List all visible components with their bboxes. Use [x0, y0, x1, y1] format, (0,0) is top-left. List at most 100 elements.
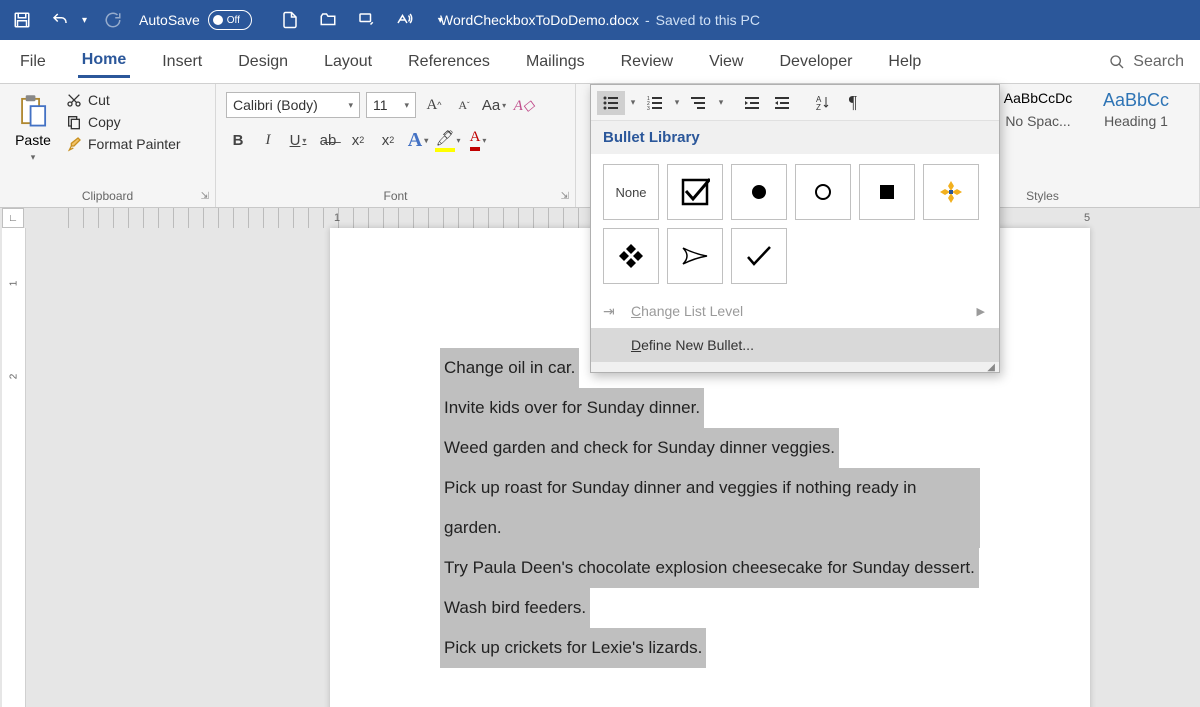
numbering-dropdown-icon[interactable]: ▾	[671, 91, 683, 115]
format-painter-label: Format Painter	[88, 136, 181, 152]
save-icon[interactable]	[10, 8, 34, 32]
autosave-label: AutoSave	[139, 12, 200, 28]
font-color-button[interactable]: A	[466, 128, 490, 152]
open-icon[interactable]	[316, 8, 340, 32]
font-size-combo[interactable]: 11▾	[366, 92, 416, 118]
shrink-font-button[interactable]: Aˇ	[452, 93, 476, 117]
redo-button[interactable]	[101, 8, 125, 32]
font-name-combo[interactable]: Calibri (Body)▾	[226, 92, 360, 118]
doc-dash: -	[645, 12, 650, 28]
tab-view[interactable]: View	[705, 47, 747, 77]
doc-filename: WordCheckboxToDoDemo.docx	[440, 12, 639, 28]
tab-home[interactable]: Home	[78, 45, 130, 78]
doc-line-4[interactable]: Pick up roast for Sunday dinner and vegg…	[440, 468, 980, 548]
quick-access-toolbar: ▾	[0, 8, 125, 32]
format-painter-button[interactable]: Format Painter	[66, 136, 181, 152]
vertical-ruler[interactable]: 1 2	[2, 228, 26, 707]
bullet-disc-icon[interactable]	[731, 164, 787, 220]
copy-button[interactable]: Copy	[66, 114, 181, 130]
tab-review[interactable]: Review	[617, 47, 677, 77]
search-label: Search	[1133, 53, 1184, 71]
paste-label: Paste	[15, 132, 51, 148]
bullet-checkbox-icon[interactable]	[667, 164, 723, 220]
change-level-label: Change List Level	[631, 303, 743, 319]
numbering-button[interactable]: 123	[641, 91, 669, 115]
decrease-indent-button[interactable]	[739, 91, 767, 115]
clear-formatting-button[interactable]: A◇	[512, 93, 536, 117]
tab-references[interactable]: References	[404, 47, 494, 77]
text-effects-button[interactable]: A	[406, 128, 430, 152]
paste-dropdown-icon[interactable]: ▾	[31, 152, 36, 163]
underline-button[interactable]: U	[286, 128, 310, 152]
sort-button[interactable]: AZ	[809, 91, 837, 115]
doc-line-2[interactable]: Invite kids over for Sunday dinner.	[440, 388, 704, 428]
tab-mailings[interactable]: Mailings	[522, 47, 589, 77]
font-name-value: Calibri (Body)	[233, 97, 318, 113]
bullets-dropdown-icon[interactable]: ▾	[627, 91, 639, 115]
document-content[interactable]: Change oil in car. Invite kids over for …	[440, 348, 980, 668]
doc-line-6[interactable]: Wash bird feeders.	[440, 588, 590, 628]
v-ruler-2: 2	[8, 374, 19, 380]
bullet-circle-icon[interactable]	[795, 164, 851, 220]
style-heading1-label[interactable]: Heading 1	[1090, 113, 1182, 129]
bullet-square-icon[interactable]	[859, 164, 915, 220]
indent-icon: ⇥	[603, 303, 615, 320]
search-icon	[1109, 54, 1125, 70]
title-bar: ▾ AutoSave Off ▾ WordCheckboxToDoDemo.do…	[0, 0, 1200, 40]
horizontal-ruler[interactable]: 1 5	[324, 208, 600, 228]
bullets-button[interactable]	[597, 91, 625, 115]
bullet-4diamond-icon[interactable]	[923, 164, 979, 220]
tab-developer[interactable]: Developer	[775, 47, 856, 77]
resize-grip-icon[interactable]: ◢	[591, 362, 999, 372]
new-doc-icon[interactable]	[278, 8, 302, 32]
subscript-button[interactable]: x2	[346, 128, 370, 152]
doc-line-7[interactable]: Pick up crickets for Lexie's lizards.	[440, 628, 706, 668]
change-case-button[interactable]: Aa	[482, 93, 506, 117]
cut-button[interactable]: Cut	[66, 92, 181, 108]
italic-button[interactable]: I	[256, 128, 280, 152]
paragraph-toolbar: ▾ 123 ▾ ▾ AZ ¶	[591, 85, 999, 121]
tab-layout[interactable]: Layout	[320, 47, 376, 77]
highlight-button[interactable]: 🖊	[436, 128, 460, 152]
doc-line-3[interactable]: Weed garden and check for Sunday dinner …	[440, 428, 839, 468]
quick-access-toolbar-2: ▾	[268, 8, 443, 32]
touch-mode-icon[interactable]	[354, 8, 378, 32]
style-nospace-label[interactable]: No Spac...	[992, 113, 1084, 129]
tab-help[interactable]: Help	[884, 47, 925, 77]
doc-line-5[interactable]: Try Paula Deen's chocolate explosion che…	[440, 548, 979, 588]
multilevel-dropdown-icon[interactable]: ▾	[715, 91, 727, 115]
define-new-bullet-item[interactable]: Define New Bullet...	[591, 328, 999, 362]
tab-selector-button[interactable]: ∟	[2, 208, 24, 228]
superscript-button[interactable]: x2	[376, 128, 400, 152]
increase-indent-button[interactable]	[769, 91, 797, 115]
bullet-diamonds-icon[interactable]	[603, 228, 659, 284]
tab-file[interactable]: File	[16, 47, 50, 77]
clipboard-launcher-icon[interactable]: ⇲	[201, 191, 209, 202]
undo-dropdown-icon[interactable]: ▾	[82, 15, 87, 26]
doc-line-1[interactable]: Change oil in car.	[440, 348, 579, 388]
strikethrough-button[interactable]: a̶b̶	[316, 128, 340, 152]
paintbrush-icon	[66, 136, 82, 152]
show-marks-button[interactable]: ¶	[839, 91, 867, 115]
bullet-arrow-icon[interactable]	[667, 228, 723, 284]
cut-label: Cut	[88, 92, 110, 108]
paste-icon	[16, 94, 50, 128]
submenu-arrow-icon: ▶	[977, 305, 985, 318]
grow-font-button[interactable]: A^	[422, 93, 446, 117]
font-launcher-icon[interactable]: ⇲	[561, 191, 569, 202]
bullet-check-icon[interactable]	[731, 228, 787, 284]
font-group-text: Font	[383, 189, 407, 203]
ruler-mark-5: 5	[1084, 212, 1090, 224]
bold-button[interactable]: B	[226, 128, 250, 152]
tab-design[interactable]: Design	[234, 47, 292, 77]
search-box[interactable]: Search	[1109, 53, 1184, 71]
undo-button[interactable]	[48, 8, 72, 32]
multilevel-list-button[interactable]	[685, 91, 713, 115]
bullet-none[interactable]: None	[603, 164, 659, 220]
tab-insert[interactable]: Insert	[158, 47, 206, 77]
paste-button[interactable]: Paste ▾	[8, 90, 58, 179]
read-aloud-icon[interactable]	[392, 8, 416, 32]
clipboard-group-text: Clipboard	[82, 189, 133, 203]
autosave-switch[interactable]: Off	[208, 10, 252, 30]
autosave-toggle[interactable]: AutoSave Off	[139, 10, 252, 30]
